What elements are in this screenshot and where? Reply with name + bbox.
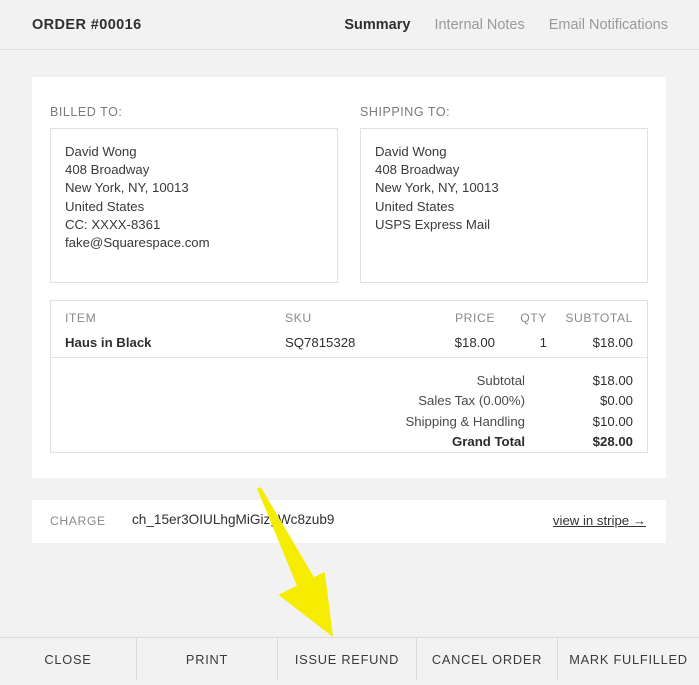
shipping-to-label: SHIPPING TO: bbox=[360, 105, 648, 119]
shipping-to-line: David Wong bbox=[375, 143, 633, 161]
order-summary-card: BILLED TO: David Wong 408 Broadway New Y… bbox=[32, 77, 666, 478]
totals-value: $28.00 bbox=[547, 434, 633, 449]
action-bar: CLOSE PRINT ISSUE REFUND CANCEL ORDER MA… bbox=[0, 637, 699, 680]
cell-sku: SQ7815328 bbox=[285, 335, 415, 350]
totals-row-grand-total: Grand Total $28.00 bbox=[65, 432, 633, 453]
totals-label: Subtotal bbox=[477, 373, 547, 388]
address-section: BILLED TO: David Wong 408 Broadway New Y… bbox=[50, 105, 648, 283]
column-header-sku: SKU bbox=[285, 311, 415, 325]
billed-to-box: David Wong 408 Broadway New York, NY, 10… bbox=[50, 128, 338, 283]
totals-value: $10.00 bbox=[547, 414, 633, 429]
column-header-item: ITEM bbox=[65, 311, 285, 325]
shipping-to-line: New York, NY, 10013 bbox=[375, 179, 633, 197]
totals-label: Shipping & Handling bbox=[405, 414, 547, 429]
tab-email-notifications[interactable]: Email Notifications bbox=[549, 17, 668, 33]
cell-subtotal: $18.00 bbox=[547, 335, 633, 350]
page-title: ORDER #00016 bbox=[32, 17, 142, 33]
billed-to-line: 408 Broadway bbox=[65, 161, 323, 179]
table-row: Haus in Black SQ7815328 $18.00 1 $18.00 bbox=[51, 329, 647, 355]
shipping-to-line: USPS Express Mail bbox=[375, 216, 633, 234]
charge-id: ch_15er3OIULhgMiGizgWc8zub9 bbox=[132, 512, 335, 527]
print-button[interactable]: PRINT bbox=[137, 638, 278, 680]
billed-to-line: CC: XXXX-8361 bbox=[65, 216, 323, 234]
billed-to-line: New York, NY, 10013 bbox=[65, 179, 323, 197]
billed-to-line: fake@Squarespace.com bbox=[65, 234, 323, 252]
line-items-table: ITEM SKU PRICE QTY SUBTOTAL Haus in Blac… bbox=[50, 300, 648, 453]
close-button[interactable]: CLOSE bbox=[0, 638, 137, 680]
tab-bar: Summary Internal Notes Email Notificatio… bbox=[344, 17, 668, 33]
billed-to-line: David Wong bbox=[65, 143, 323, 161]
shipping-to-line: 408 Broadway bbox=[375, 161, 633, 179]
cell-item: Haus in Black bbox=[65, 335, 285, 350]
shipping-to-box: David Wong 408 Broadway New York, NY, 10… bbox=[360, 128, 648, 283]
column-header-subtotal: SUBTOTAL bbox=[547, 311, 633, 325]
order-header: ORDER #00016 Summary Internal Notes Emai… bbox=[0, 0, 699, 50]
totals-section: Subtotal $18.00 Sales Tax (0.00%) $0.00 … bbox=[51, 358, 647, 452]
tab-summary[interactable]: Summary bbox=[344, 17, 410, 33]
shipping-to-block: SHIPPING TO: David Wong 408 Broadway New… bbox=[360, 105, 648, 283]
mark-fulfilled-button[interactable]: MARK FULFILLED bbox=[558, 638, 699, 680]
charge-label: CHARGE bbox=[50, 514, 106, 528]
totals-row-sales-tax: Sales Tax (0.00%) $0.00 bbox=[65, 391, 633, 412]
totals-label: Grand Total bbox=[452, 434, 547, 449]
issue-refund-button[interactable]: ISSUE REFUND bbox=[278, 638, 417, 680]
totals-label: Sales Tax (0.00%) bbox=[418, 393, 547, 408]
cell-price: $18.00 bbox=[415, 335, 495, 350]
shipping-to-line: United States bbox=[375, 198, 633, 216]
charge-card: CHARGE ch_15er3OIULhgMiGizgWc8zub9 view … bbox=[32, 500, 666, 543]
totals-row-shipping: Shipping & Handling $10.00 bbox=[65, 411, 633, 432]
billed-to-line: United States bbox=[65, 198, 323, 216]
column-header-price: PRICE bbox=[415, 311, 495, 325]
totals-value: $0.00 bbox=[547, 393, 633, 408]
table-header-row: ITEM SKU PRICE QTY SUBTOTAL bbox=[51, 301, 647, 329]
totals-value: $18.00 bbox=[547, 373, 633, 388]
billed-to-label: BILLED TO: bbox=[50, 105, 338, 119]
tab-internal-notes[interactable]: Internal Notes bbox=[434, 17, 524, 33]
cell-qty: 1 bbox=[495, 335, 547, 350]
column-header-qty: QTY bbox=[495, 311, 547, 325]
view-in-stripe-link[interactable]: view in stripe → bbox=[553, 513, 646, 528]
cancel-order-button[interactable]: CANCEL ORDER bbox=[417, 638, 558, 680]
totals-row-subtotal: Subtotal $18.00 bbox=[65, 370, 633, 391]
billed-to-block: BILLED TO: David Wong 408 Broadway New Y… bbox=[50, 105, 338, 283]
